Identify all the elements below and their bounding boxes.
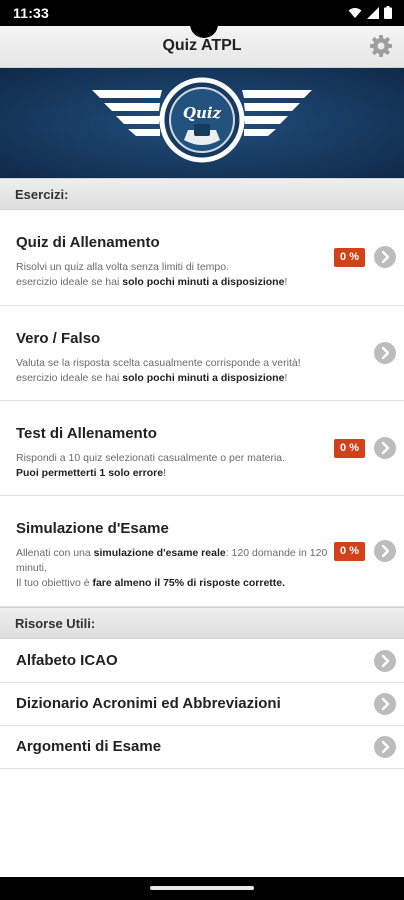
page-title: Quiz ATPL: [162, 37, 242, 54]
progress-badge: 0 %: [334, 439, 365, 458]
resource-label: Argomenti di Esame: [16, 738, 162, 755]
quiz-logo: Quiz: [92, 77, 312, 163]
exercise-description: Rispondi a 10 quiz selezionati casualmen…: [16, 452, 286, 479]
resource-argomenti-esame[interactable]: Argomenti di Esame: [0, 726, 404, 769]
chevron-right-icon[interactable]: [374, 736, 396, 758]
logo-text: Quiz: [183, 104, 222, 122]
section-header-resources: Risorse Utili:: [0, 607, 404, 639]
chevron-right-icon[interactable]: [374, 342, 396, 364]
settings-button[interactable]: [369, 34, 393, 58]
exercise-title: Quiz di Allenamento: [16, 234, 160, 251]
exercise-simulazione-esame[interactable]: Simulazione d'Esame Allenati con una sim…: [0, 496, 404, 607]
resource-alfabeto-icao[interactable]: Alfabeto ICAO: [0, 640, 404, 683]
resource-label: Dizionario Acronimi ed Abbreviazioni: [16, 695, 281, 712]
chevron-right-icon[interactable]: [374, 246, 396, 268]
exercise-title: Simulazione d'Esame: [16, 520, 169, 537]
chevron-right-icon[interactable]: [374, 437, 396, 459]
camera-cutout: [190, 10, 218, 38]
exercise-vero-falso[interactable]: Vero / Falso Valuta se la risposta scelt…: [0, 306, 404, 401]
exercise-title: Test di Allenamento: [16, 425, 157, 442]
chevron-right-icon[interactable]: [374, 693, 396, 715]
section-header-label: Risorse Utili:: [15, 616, 96, 631]
exercise-quiz-allenamento[interactable]: Quiz di Allenamento Risolvi un quiz alla…: [0, 210, 404, 306]
progress-badge: 0 %: [334, 248, 365, 267]
resource-label: Alfabeto ICAO: [16, 652, 118, 669]
section-header-label: Esercizi:: [15, 187, 69, 202]
progress-badge: 0 %: [334, 542, 365, 561]
header-banner: Quiz: [0, 68, 404, 178]
chevron-right-icon[interactable]: [374, 540, 396, 562]
exercise-description: Allenati con una simulazione d'esame rea…: [16, 547, 328, 589]
battery-icon: [384, 6, 392, 19]
exercise-description: Valuta se la risposta scelta casualmente…: [16, 357, 301, 384]
exercise-description: Risolvi un quiz alla volta senza limiti …: [16, 261, 288, 288]
wifi-icon: [348, 7, 362, 18]
status-icons: [348, 6, 392, 19]
home-indicator[interactable]: [150, 886, 254, 890]
exercise-test-allenamento[interactable]: Test di Allenamento Rispondi a 10 quiz s…: [0, 401, 404, 496]
exercise-title: Vero / Falso: [16, 330, 101, 347]
gear-icon: [370, 35, 392, 57]
chevron-right-icon[interactable]: [374, 650, 396, 672]
signal-icon: [367, 6, 379, 19]
section-header-exercises: Esercizi:: [0, 178, 404, 210]
system-nav-bar: [0, 877, 404, 900]
resource-dizionario-acronimi[interactable]: Dizionario Acronimi ed Abbreviazioni: [0, 683, 404, 726]
status-time: 11:33: [13, 5, 50, 21]
